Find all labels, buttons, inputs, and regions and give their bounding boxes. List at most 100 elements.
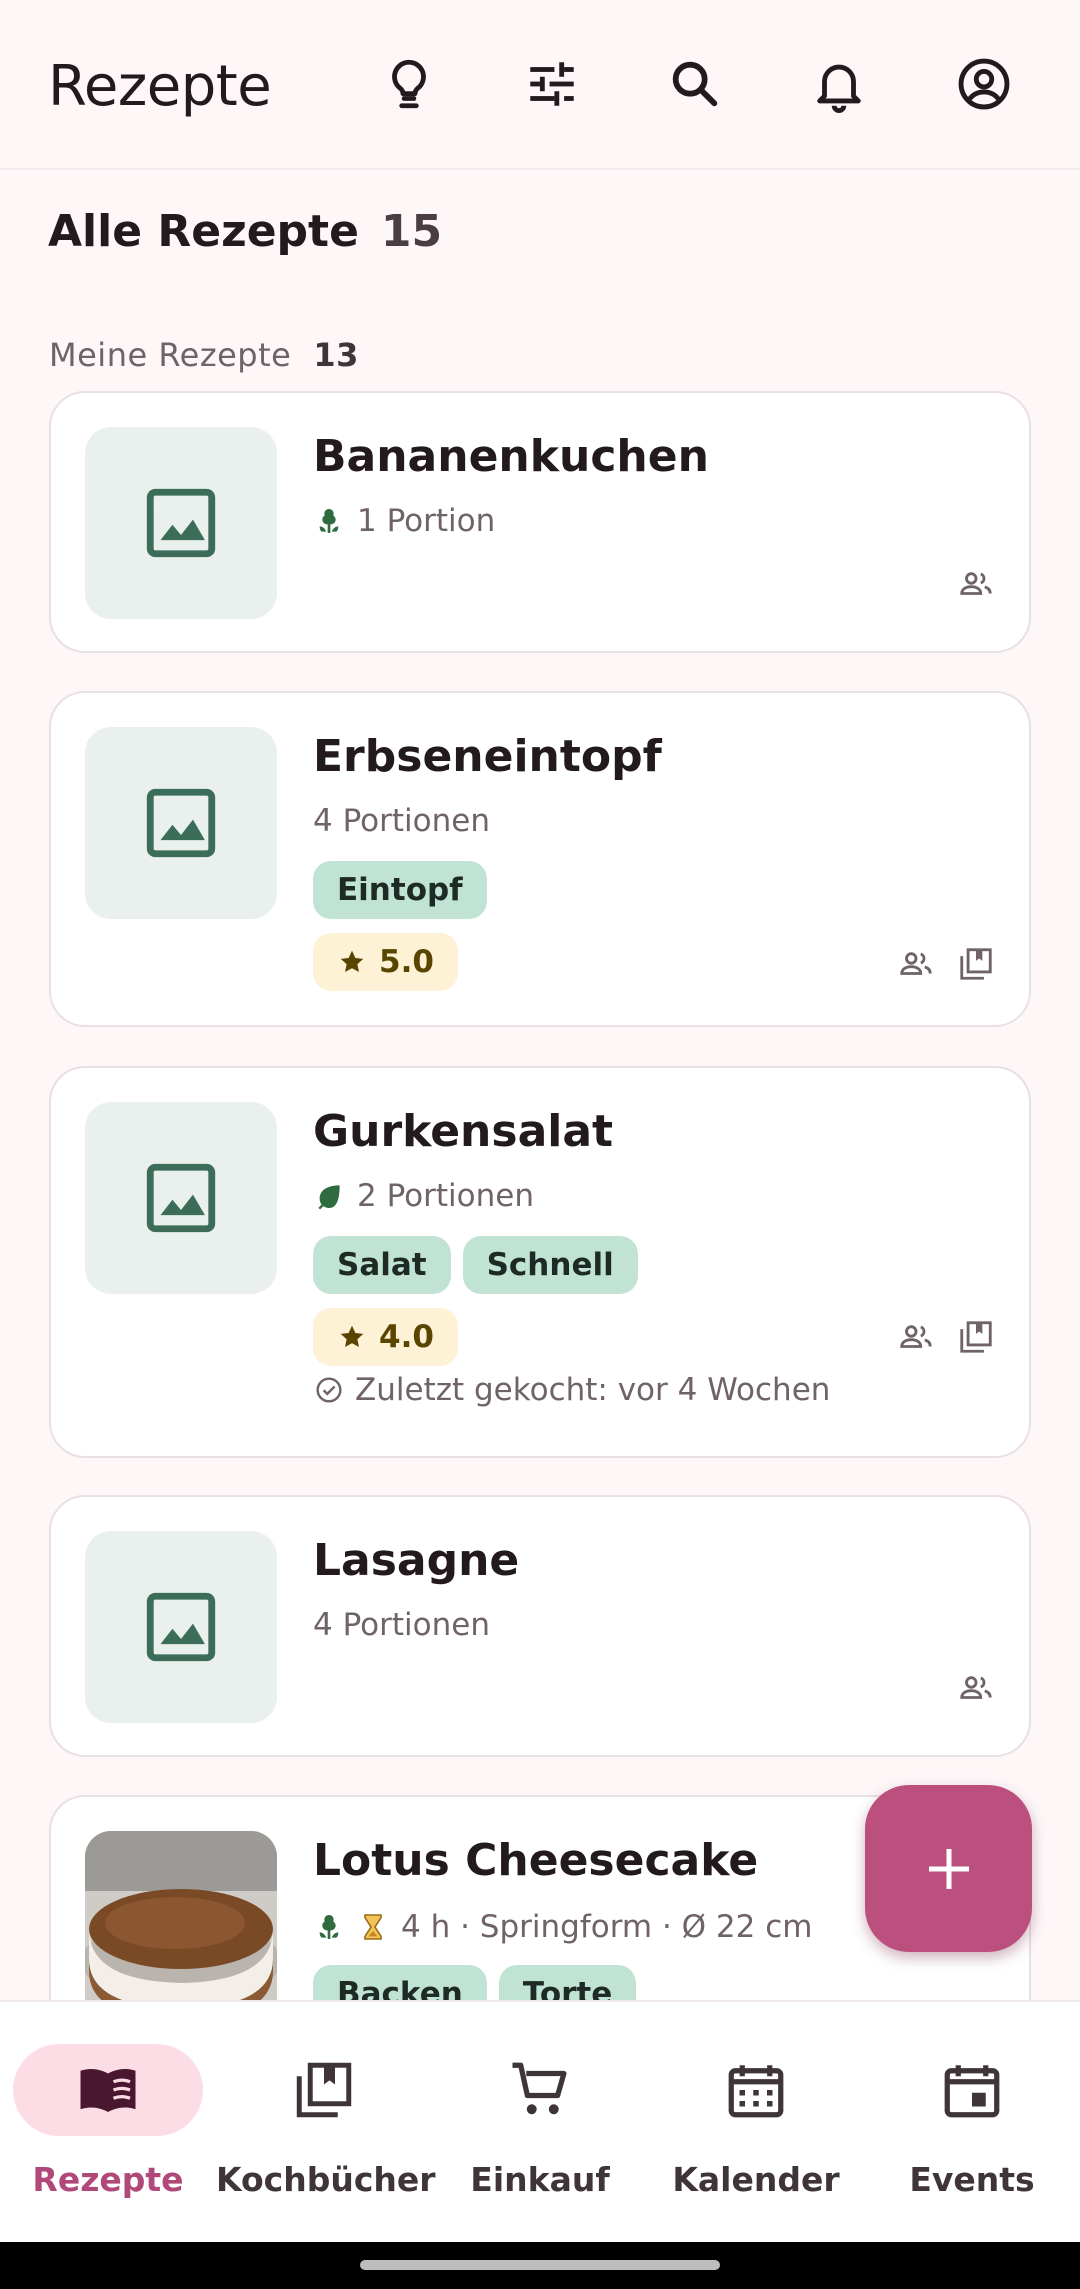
recipe-title: Erbseneintopf	[313, 731, 662, 782]
nav-item-kochbuecher[interactable]: Kochbücher	[216, 2002, 436, 2244]
book-open-icon	[80, 2068, 136, 2112]
recipe-servings: 2 Portionen	[357, 1178, 534, 1214]
account-icon[interactable]	[951, 51, 1017, 117]
star-icon	[340, 950, 364, 972]
recipe-image-placeholder	[85, 427, 277, 619]
check-circle-icon	[316, 1377, 342, 1403]
tag-chip[interactable]: Torte	[498, 1965, 637, 2000]
vegetarian-icon	[319, 509, 339, 533]
event-icon	[944, 2065, 1000, 2118]
nav-label: Events	[909, 2160, 1035, 2199]
cheesecake-photo	[85, 1831, 277, 2000]
add-recipe-button[interactable]	[865, 1785, 1032, 1952]
recipe-card[interactable]: Bananenkuchen 1 Portion	[49, 391, 1031, 653]
nav-item-kalender[interactable]: Kalender	[648, 2002, 864, 2244]
recipe-meta-text: 4 h · Springform · Ø 22 cm	[401, 1909, 813, 1945]
recipe-meta: 1 Portion	[313, 503, 495, 539]
page-title: Rezepte	[48, 54, 272, 119]
my-recipes-header: Meine Rezepte 13	[49, 336, 359, 374]
recipe-title: Lotus Cheesecake	[313, 1835, 759, 1886]
my-recipes-label: Meine Rezepte	[49, 336, 292, 374]
bell-icon[interactable]	[806, 51, 872, 117]
nav-label: Kochbücher	[216, 2160, 436, 2199]
recipe-card[interactable]: Gurkensalat 2 Portionen Salat Schnell 4.…	[49, 1066, 1031, 1458]
recipe-status-icons	[897, 945, 995, 983]
nav-indicator	[13, 2044, 203, 2136]
shared-people-icon	[900, 952, 932, 975]
nav-item-events[interactable]: Events	[864, 2002, 1080, 2244]
cookbook-icon	[296, 2062, 352, 2118]
recipe-status-icons	[957, 1669, 995, 1707]
nav-item-rezepte[interactable]: Rezepte	[0, 2002, 216, 2244]
nav-item-einkauf[interactable]: Einkauf	[432, 2002, 648, 2244]
tag-chip[interactable]: Eintopf	[313, 861, 487, 919]
all-recipes-header: Alle Rezepte 15	[48, 206, 442, 257]
tag-chip[interactable]: Schnell	[462, 1236, 638, 1294]
nav-label: Kalender	[672, 2160, 840, 2199]
system-nav-bar	[0, 2242, 1080, 2289]
recipe-servings: 4 Portionen	[313, 1607, 490, 1643]
hourglass-icon	[364, 1914, 382, 1940]
rating-badge: 4.0	[313, 1308, 458, 1366]
recipe-status-icons	[957, 565, 995, 603]
recipe-title: Gurkensalat	[313, 1106, 614, 1157]
tag-chip[interactable]: Backen	[313, 1965, 487, 2000]
recipe-tags: Eintopf	[313, 861, 487, 919]
nav-indicator	[661, 2044, 851, 2136]
tune-icon[interactable]	[519, 51, 585, 117]
vegetarian-icon	[319, 1915, 339, 1939]
recipe-tags: Backen Torte	[313, 1965, 637, 2000]
all-recipes-count: 15	[380, 206, 443, 257]
recipe-card[interactable]: Erbseneintopf 4 Portionen Eintopf 5.0	[49, 691, 1031, 1027]
rating-value: 5.0	[379, 944, 434, 980]
recipe-card[interactable]: Lasagne 4 Portionen	[49, 1495, 1031, 1757]
bottom-navigation: Rezepte Kochbücher Einkauf Kalender Even…	[0, 2000, 1080, 2242]
vegan-leaf-icon	[318, 1185, 340, 1210]
recipe-list[interactable]: Bananenkuchen 1 Portion Erbseneintopf 4 …	[0, 390, 1080, 2000]
tag-chip[interactable]: Salat	[313, 1236, 451, 1294]
shared-people-icon	[960, 1676, 992, 1699]
recipe-servings: 4 Portionen	[313, 803, 490, 839]
nav-label: Einkauf	[470, 2160, 610, 2199]
lightbulb-icon[interactable]	[376, 51, 442, 117]
recipe-servings: 1 Portion	[357, 503, 496, 539]
rating-value: 4.0	[379, 1319, 434, 1355]
last-cooked-text: Zuletzt gekocht: vor 4 Wochen	[355, 1372, 831, 1408]
nav-indicator	[445, 2044, 635, 2136]
my-recipes-count: 13	[313, 336, 359, 374]
recipe-image-placeholder	[85, 1102, 277, 1294]
recipe-status-icons	[897, 1318, 995, 1356]
recipe-tags: Salat Schnell	[313, 1236, 638, 1294]
image-icon	[146, 1592, 216, 1662]
recipe-title: Lasagne	[313, 1535, 520, 1586]
shared-people-icon	[900, 1325, 932, 1348]
image-icon	[146, 788, 216, 858]
app-root: Rezepte Alle Rezepte 15 Meine Rezepte 13…	[0, 0, 1080, 2289]
home-gesture-handle[interactable]	[360, 2260, 720, 2270]
image-icon	[146, 488, 216, 558]
all-recipes-label: Alle Rezepte	[48, 206, 359, 257]
recipe-meta: 4 h · Springform · Ø 22 cm	[313, 1909, 812, 1945]
last-cooked: Zuletzt gekocht: vor 4 Wochen	[313, 1372, 830, 1408]
cookbook-icon	[960, 1321, 992, 1353]
shared-people-icon	[960, 572, 992, 595]
rating-badge: 5.0	[313, 933, 458, 991]
calendar-icon	[728, 2065, 784, 2118]
recipe-photo	[85, 1831, 277, 2000]
nav-label: Rezepte	[32, 2160, 184, 2199]
top-app-bar: Rezepte	[0, 0, 1080, 170]
recipe-meta: 2 Portionen	[313, 1178, 534, 1214]
cart-icon	[512, 2062, 567, 2115]
nav-indicator	[877, 2044, 1067, 2136]
search-icon[interactable]	[662, 51, 728, 117]
recipe-image-placeholder	[85, 1531, 277, 1723]
add-icon	[928, 1848, 969, 1889]
recipe-title: Bananenkuchen	[313, 431, 709, 482]
recipe-meta: 4 Portionen	[313, 1607, 490, 1643]
recipe-image-placeholder	[85, 727, 277, 919]
recipe-meta: 4 Portionen	[313, 803, 490, 839]
cookbook-icon	[960, 948, 992, 980]
image-icon	[146, 1163, 216, 1233]
star-icon	[340, 1325, 364, 1347]
nav-indicator	[229, 2044, 419, 2136]
